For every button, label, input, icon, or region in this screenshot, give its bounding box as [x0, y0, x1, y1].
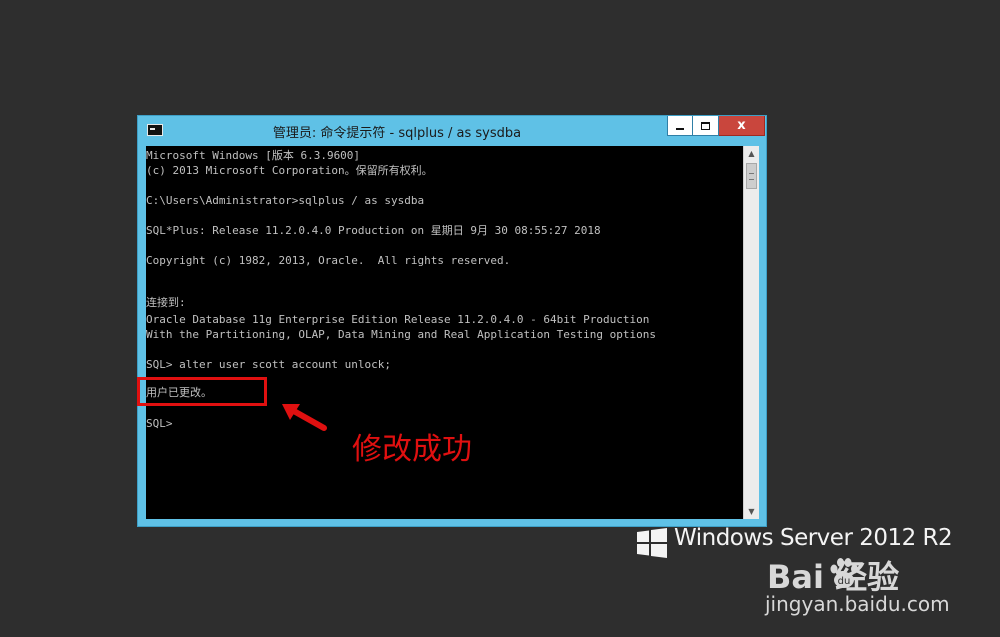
annotation-label: 修改成功 [352, 432, 472, 467]
windows-server-label: Windows Server 2012 R2 [674, 525, 953, 551]
console-line: 连接到: [146, 296, 186, 309]
highlight-box [137, 377, 267, 406]
scroll-thumb[interactable] [746, 163, 757, 189]
title-bar[interactable]: 管理员: 命令提示符 - sqlplus / as sysdba x [138, 116, 766, 146]
console-line: C:\Users\Administrator>sqlplus / as sysd… [146, 194, 425, 207]
svg-text:du: du [838, 576, 851, 587]
vertical-scrollbar[interactable]: ▲ ▼ [743, 146, 759, 519]
scroll-up-icon[interactable]: ▲ [744, 146, 759, 161]
console-line: SQL*Plus: Release 11.2.0.4.0 Production … [146, 224, 601, 237]
console-line: With the Partitioning, OLAP, Data Mining… [146, 328, 656, 341]
minimize-button[interactable] [667, 116, 693, 136]
baidu-paw-icon: du [830, 558, 858, 588]
console-line: SQL> [146, 417, 173, 430]
console-line: SQL> alter user scott account unlock; [146, 358, 392, 371]
window-title: 管理员: 命令提示符 - sqlplus / as sysdba [272, 126, 522, 141]
windows-logo-icon [637, 528, 667, 558]
minimize-icon [676, 127, 684, 130]
console-line: Microsoft Windows [版本 6.3.9600] [146, 149, 361, 162]
console-line: Copyright (c) 1982, 2013, Oracle. All ri… [146, 254, 511, 267]
console-line: (c) 2013 Microsoft Corporation。保留所有权利。 [146, 164, 433, 177]
maximize-icon [701, 121, 710, 130]
maximize-button[interactable] [693, 116, 719, 136]
baidu-site-label: jingyan.baidu.com [765, 592, 950, 616]
console-line: Oracle Database 11g Enterprise Edition R… [146, 313, 650, 326]
close-button[interactable]: x [719, 116, 765, 136]
scroll-down-icon[interactable]: ▼ [744, 504, 759, 519]
red-arrow-icon [282, 404, 327, 431]
